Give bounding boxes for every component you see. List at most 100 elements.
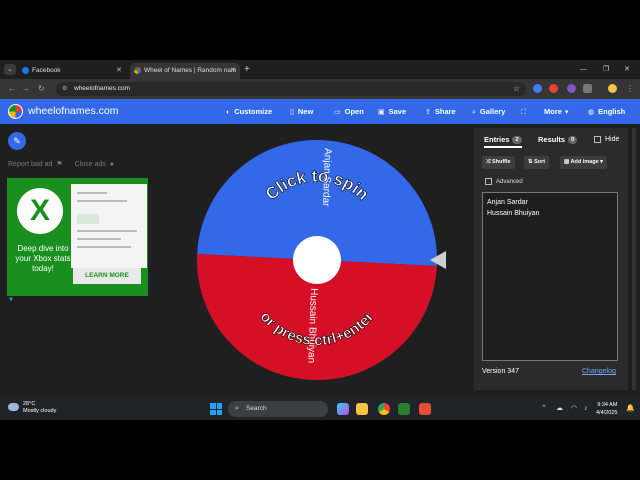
add-image-button[interactable]: ▨ Add image ▾ bbox=[560, 156, 607, 169]
system-clock[interactable]: 9:34 AM 4/4/2025 bbox=[596, 401, 617, 417]
navigation-bar: ← → ↻ ⚙ wheelofnames.com ☆ ⋮ bbox=[0, 79, 640, 99]
ad-screenshot-image bbox=[71, 184, 147, 268]
share-icon: ⇪ bbox=[425, 109, 431, 116]
more-button[interactable]: More ▾ bbox=[544, 99, 572, 125]
globe-icon: ◍ bbox=[588, 109, 595, 116]
ad-info-icon[interactable]: ▼ bbox=[8, 297, 14, 303]
entries-count-badge: 2 bbox=[512, 136, 522, 145]
back-icon[interactable]: ← bbox=[8, 83, 16, 95]
new-file-icon: ▯ bbox=[290, 109, 294, 116]
spin-wheel[interactable]: Anjan Sardar Hussain Bhuiyan Click to sp… bbox=[197, 140, 437, 380]
extension-icon[interactable] bbox=[549, 84, 558, 93]
wifi-icon[interactable]: ◠ bbox=[571, 398, 577, 420]
profile-avatar[interactable] bbox=[608, 84, 617, 93]
cloud-sync-icon[interactable]: ☁ bbox=[556, 398, 563, 420]
tab-title: Facebook bbox=[32, 67, 61, 74]
gallery-icon: ⌕ bbox=[472, 109, 476, 116]
tab-entries[interactable]: Entries 2 bbox=[484, 131, 522, 148]
red-app-icon[interactable] bbox=[419, 403, 431, 415]
tab-facebook[interactable]: Facebook ✕ bbox=[18, 63, 126, 79]
folder-icon: ▭ bbox=[334, 109, 341, 116]
extension-icon[interactable] bbox=[533, 84, 542, 93]
gallery-button[interactable]: ⌕ Gallery bbox=[472, 99, 505, 125]
hide-checkbox[interactable] bbox=[594, 135, 601, 143]
restore-icon[interactable]: ❐ bbox=[603, 63, 609, 77]
copilot-icon[interactable] bbox=[337, 403, 349, 415]
wheel-logo-icon[interactable] bbox=[8, 104, 23, 119]
save-button[interactable]: ▣ Save bbox=[378, 99, 406, 125]
page-scrollbar[interactable] bbox=[632, 128, 636, 390]
cloud-icon bbox=[8, 403, 19, 411]
language-button[interactable]: ◍ English bbox=[588, 99, 625, 125]
advanced-checkbox[interactable] bbox=[485, 177, 492, 185]
flag-icon[interactable]: ⚑ bbox=[56, 161, 62, 168]
close-window-icon[interactable]: ✕ bbox=[624, 63, 630, 77]
chevron-down-icon: ▾ bbox=[598, 159, 603, 165]
changelog-link[interactable]: Changelog bbox=[582, 368, 616, 375]
save-icon: ▣ bbox=[378, 109, 385, 116]
close-tab-icon[interactable]: ✕ bbox=[116, 63, 122, 79]
edit-pencil-icon[interactable]: ✎ bbox=[8, 132, 26, 150]
temperature: 28°C bbox=[23, 401, 36, 407]
start-menu-icon[interactable] bbox=[210, 403, 222, 415]
customize-button[interactable]: ◐ Customize bbox=[226, 99, 272, 125]
site-info-icon[interactable]: ⚙ bbox=[62, 85, 70, 93]
report-bad-ad-link[interactable]: Report bad ad bbox=[8, 161, 52, 168]
url-text: wheelofnames.com bbox=[74, 85, 130, 92]
tab-results[interactable]: Results 0 bbox=[538, 131, 578, 148]
xbox-app-icon[interactable] bbox=[398, 403, 410, 415]
forward-icon[interactable]: → bbox=[22, 83, 30, 95]
tab-title: Wheel of Names | Random nam bbox=[144, 67, 237, 74]
chrome-icon[interactable] bbox=[378, 403, 390, 415]
entries-panel: Entries 2 Results 0 Hide ⤮ Shuffle ⇅ Sort … bbox=[474, 128, 628, 390]
clock-date: 4/4/2025 bbox=[596, 410, 618, 416]
facebook-favicon-icon bbox=[22, 67, 29, 74]
chevron-down-icon: ▾ bbox=[564, 109, 569, 116]
taskbar-search[interactable]: ⌕ Search bbox=[228, 401, 328, 417]
close-ads-link[interactable]: Close ads bbox=[75, 161, 106, 168]
bookmark-star-icon[interactable]: ☆ bbox=[513, 82, 520, 96]
close-ads-icon[interactable]: ● bbox=[110, 161, 114, 168]
entries-textarea[interactable]: Anjan Sardar Hussain Bhuiyan bbox=[482, 192, 618, 361]
entry-line: Hussain Bhuiyan bbox=[487, 210, 540, 217]
wheel-center[interactable] bbox=[293, 236, 341, 284]
tab-search-dropdown[interactable]: ⌄ bbox=[4, 64, 16, 75]
extensions-puzzle-icon[interactable] bbox=[583, 84, 592, 93]
file-explorer-icon[interactable] bbox=[356, 403, 368, 415]
minimize-icon[interactable]: — bbox=[580, 63, 587, 77]
version-text: Version 347 bbox=[482, 368, 519, 375]
tab-wheel-of-names[interactable]: Wheel of Names | Random nam ✕ bbox=[130, 63, 240, 79]
ad-links: Report bad ad ⚑ Close ads ● bbox=[8, 160, 118, 168]
open-button[interactable]: ▭ Open bbox=[334, 99, 364, 125]
show-hidden-icons[interactable]: ⌃ bbox=[541, 398, 547, 420]
xbox-ad-banner[interactable]: Deep dive into your Xbox stats today! LE… bbox=[7, 178, 148, 296]
entry-line: Anjan Sardar bbox=[487, 199, 528, 206]
clock-time: 9:34 AM bbox=[597, 402, 618, 408]
new-button[interactable]: ▯ New bbox=[290, 99, 313, 125]
palette-icon: ◐ bbox=[226, 109, 231, 116]
search-icon: ⌕ bbox=[235, 405, 239, 412]
new-tab-icon[interactable]: + bbox=[244, 63, 250, 77]
advanced-toggle[interactable]: Advanced bbox=[485, 176, 523, 188]
extension-icon[interactable] bbox=[567, 84, 576, 93]
xbox-logo-icon bbox=[17, 188, 63, 234]
notifications-bell-icon[interactable]: 🔔 bbox=[626, 398, 635, 420]
share-button[interactable]: ⇪ Share bbox=[425, 99, 456, 125]
shuffle-button[interactable]: ⤮ Shuffle bbox=[482, 156, 515, 169]
browser-menu-icon[interactable]: ⋮ bbox=[626, 83, 634, 95]
address-bar[interactable]: ⚙ wheelofnames.com ☆ bbox=[56, 82, 526, 96]
learn-more-button[interactable]: LEARN MORE bbox=[73, 268, 141, 284]
volume-icon[interactable]: ♪ bbox=[584, 398, 588, 420]
browser-window: ⌄ Facebook ✕ Wheel of Names | Random nam… bbox=[0, 60, 640, 398]
reload-icon[interactable]: ↻ bbox=[38, 83, 45, 95]
close-tab-icon[interactable]: ✕ bbox=[230, 63, 236, 79]
fullscreen-button[interactable]: ⛶ bbox=[521, 99, 530, 125]
hide-toggle[interactable]: Hide bbox=[594, 131, 619, 148]
sort-button[interactable]: ⇅ Sort bbox=[524, 156, 550, 169]
screen: ⌄ Facebook ✕ Wheel of Names | Random nam… bbox=[0, 0, 640, 480]
windows-taskbar: 28°C Mostly cloudy ⌕ Search ⌃ ☁ ◠ ♪ 9:34 A… bbox=[0, 398, 640, 420]
brand-name[interactable]: wheelofnames.com bbox=[28, 99, 118, 124]
app-header: wheelofnames.com ◐ Customize ▯ New ▭ Open ▣… bbox=[0, 99, 640, 124]
fullscreen-icon: ⛶ bbox=[521, 109, 526, 116]
results-count-badge: 0 bbox=[568, 136, 578, 145]
